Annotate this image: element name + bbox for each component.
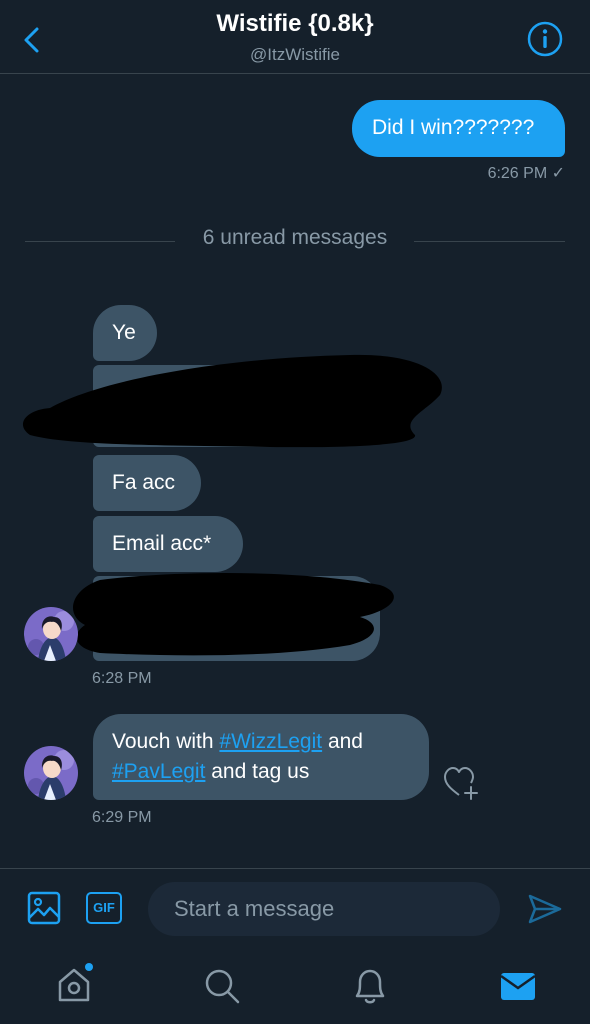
tab-search[interactable] xyxy=(200,964,244,1008)
avatar[interactable] xyxy=(24,746,78,800)
incoming-message-bubble[interactable]: Vouch with #WizzLegit and #PavLegit and … xyxy=(93,714,429,800)
hashtag-link[interactable]: #PavLegit xyxy=(112,760,205,783)
incoming-message-timestamp: 6:28 PM xyxy=(92,670,152,687)
image-icon xyxy=(27,891,61,925)
message-text: and tag us xyxy=(205,760,310,783)
conversation-title[interactable]: Wistifie {0.8k} xyxy=(0,10,590,38)
avatar[interactable] xyxy=(24,607,78,661)
info-icon xyxy=(527,21,563,57)
composer-divider xyxy=(0,868,590,869)
info-button[interactable] xyxy=(526,20,564,58)
incoming-message-bubble[interactable]: Email acc* xyxy=(93,516,243,572)
avatar-image xyxy=(24,746,78,800)
tab-home[interactable] xyxy=(52,962,96,1006)
conversation-handle[interactable]: @ItzWistifie xyxy=(0,45,590,65)
message-text: and xyxy=(322,730,363,753)
search-icon xyxy=(205,969,240,1004)
send-icon xyxy=(528,894,562,924)
heart-add-icon xyxy=(444,767,478,800)
outgoing-message-bubble[interactable]: Did I win??????? xyxy=(352,100,565,157)
home-icon xyxy=(58,963,93,1002)
send-button[interactable] xyxy=(526,890,564,928)
redaction-scribble xyxy=(73,573,394,656)
tab-messages[interactable] xyxy=(496,964,540,1008)
avatar-image xyxy=(24,607,78,661)
unread-messages-divider: 6 unread messages xyxy=(202,226,388,249)
envelope-icon xyxy=(500,973,536,1000)
add-photo-button[interactable] xyxy=(26,890,62,926)
outgoing-message-timestamp: 6:26 PM ✓ xyxy=(487,165,565,182)
incoming-message-timestamp: 6:29 PM xyxy=(92,809,152,826)
bell-icon xyxy=(355,969,385,1004)
message-text: Vouch with xyxy=(112,730,220,753)
message-line: Vouch with #WizzLegit and xyxy=(112,727,410,757)
tab-notifications[interactable] xyxy=(348,964,392,1008)
redaction-scribble xyxy=(22,354,442,448)
add-gif-button[interactable]: GIF xyxy=(86,892,122,924)
message-input[interactable] xyxy=(148,882,500,936)
hashtag-link[interactable]: #WizzLegit xyxy=(219,730,322,753)
incoming-message-bubble[interactable]: Fa acc xyxy=(93,455,201,511)
react-heart-button[interactable] xyxy=(441,763,481,803)
message-line: #PavLegit and tag us xyxy=(112,757,410,787)
